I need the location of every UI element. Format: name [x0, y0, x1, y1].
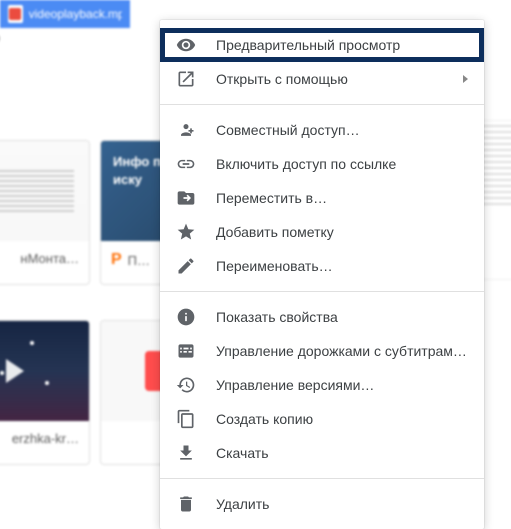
divider — [160, 104, 484, 105]
menu-item-share[interactable]: Совместный доступ… — [160, 113, 484, 147]
menu-item-details[interactable]: Показать свойства — [160, 300, 484, 334]
menu-item-subtitles[interactable]: Управление дорожками с субтитрами… — [160, 334, 484, 368]
menu-label: Предварительный просмотр — [216, 37, 400, 53]
menu-label: Открыть с помощью — [216, 71, 348, 87]
chevron-right-icon — [463, 75, 468, 83]
menu-label: Удалить — [216, 496, 269, 512]
menu-label: Совместный доступ… — [216, 122, 360, 138]
video-file-icon — [8, 5, 23, 23]
download-icon — [176, 443, 196, 463]
subtitles-icon — [176, 341, 196, 361]
link-icon — [176, 154, 196, 174]
history-icon — [176, 375, 196, 395]
file-caption-text: П… — [128, 253, 150, 268]
menu-item-open-with[interactable]: Открыть с помощью — [160, 62, 484, 96]
copy-icon — [176, 409, 196, 429]
menu-item-download[interactable]: Скачать — [160, 436, 484, 470]
slides-icon: P — [111, 251, 122, 269]
star-icon — [176, 222, 196, 242]
menu-item-rename[interactable]: Переименовать… — [160, 249, 484, 283]
menu-item-star[interactable]: Добавить пометку — [160, 215, 484, 249]
rename-icon — [176, 256, 196, 276]
folder-move-icon — [176, 188, 196, 208]
thumbnail-video — [0, 321, 89, 421]
file-caption: erzhka-kr… — [0, 421, 89, 456]
eye-icon — [176, 35, 196, 55]
file-caption: нМонта… — [0, 241, 89, 276]
menu-label: Переименовать… — [216, 258, 333, 274]
menu-label: Добавить пометку — [216, 224, 334, 240]
divider — [160, 478, 484, 479]
menu-label: Управление версиями… — [216, 377, 374, 393]
selected-filename: videoplayback.mp4… — [29, 7, 122, 21]
open-with-icon — [176, 69, 196, 89]
menu-item-preview[interactable]: Предварительный просмотр — [160, 28, 484, 62]
menu-item-get-link[interactable]: Включить доступ по ссылке — [160, 147, 484, 181]
play-icon — [6, 359, 24, 383]
menu-item-versions[interactable]: Управление версиями… — [160, 368, 484, 402]
menu-label: Переместить в… — [216, 190, 327, 206]
menu-label: Показать свойства — [216, 309, 338, 325]
trash-icon — [176, 494, 196, 514]
file-tile-video[interactable]: erzhka-kr… — [0, 320, 90, 465]
divider — [160, 291, 484, 292]
share-icon — [176, 120, 196, 140]
menu-item-delete[interactable]: Удалить — [160, 487, 484, 521]
file-tile-spreadsheet[interactable]: нМонта… — [0, 140, 90, 285]
info-icon — [176, 307, 196, 327]
file-tile-selected[interactable]: videoplayback.mp4… — [0, 0, 130, 28]
menu-label: Скачать — [216, 445, 269, 461]
menu-label: Управление дорожками с субтитрами… — [216, 343, 468, 359]
menu-item-move[interactable]: Переместить в… — [160, 181, 484, 215]
thumbnail-spreadsheet — [0, 141, 89, 241]
context-menu: Предварительный просмотр Открыть с помощ… — [160, 20, 484, 529]
menu-label: Создать копию — [216, 411, 313, 427]
menu-item-copy[interactable]: Создать копию — [160, 402, 484, 436]
menu-label: Включить доступ по ссылке — [216, 156, 396, 172]
